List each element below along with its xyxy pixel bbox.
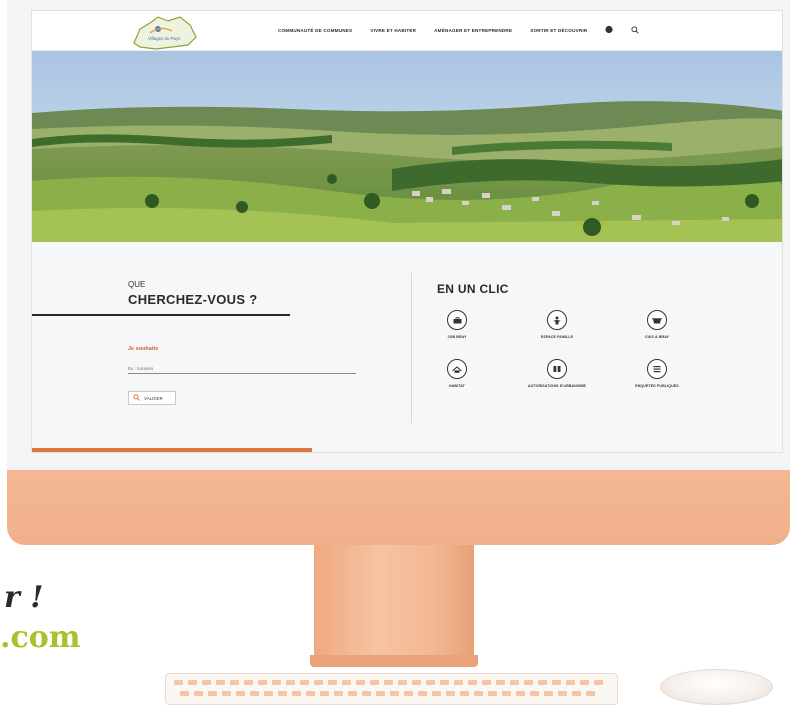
quick-link-habitat[interactable]: HABITAT [422, 359, 492, 389]
nav-amenager[interactable]: AMÉNAGER ET ENTREPRENDRE [434, 28, 512, 33]
promo-text-line1: r ! [4, 580, 44, 615]
quick-link-label: CUIS & BRAY [644, 335, 670, 339]
imac-body: Villages du Pays COMMUNAUTÉ DE COMMUNES … [7, 0, 790, 545]
search-input[interactable] [128, 364, 356, 374]
wish-label: Je souhaite [128, 346, 159, 352]
quick-link-label: ESPACE FAMILLE [540, 335, 574, 339]
quick-links-title: EN UN CLIC [437, 282, 509, 296]
validate-label: VALIDER [144, 395, 163, 401]
user-icon[interactable] [605, 25, 613, 36]
nav-communaute[interactable]: COMMUNAUTÉ DE COMMUNES [278, 28, 352, 33]
quick-link-cuis-bray[interactable]: CUIS & BRAY [622, 310, 692, 340]
hero-landscape-image [32, 51, 782, 242]
briefcase-icon [447, 310, 467, 330]
site-header: Villages du Pays COMMUNAUTÉ DE COMMUNES … [32, 11, 782, 51]
quick-link-label: JOB BRAY [447, 335, 467, 339]
house-icon [447, 359, 467, 379]
nav-vivre-habiter[interactable]: VIVRE ET HABITER [370, 28, 416, 33]
document-icon [547, 359, 567, 379]
search-icon[interactable] [631, 25, 639, 36]
keyboard [165, 673, 618, 705]
imac-stand [314, 545, 474, 663]
search-pretitle: QUE [128, 280, 146, 289]
quick-link-enquetes[interactable]: ENQUÊTES PUBLIQUES [622, 359, 692, 389]
quick-link-espace-famille[interactable]: ESPACE FAMILLE [522, 310, 592, 340]
quick-link-label: ENQUÊTES PUBLIQUES [635, 384, 679, 388]
accent-bar [32, 448, 312, 452]
main-nav: COMMUNAUTÉ DE COMMUNES VIVRE ET HABITER … [278, 25, 639, 36]
logo-text: Villages du Pays [148, 36, 181, 41]
quick-link-job-bray[interactable]: JOB BRAY [422, 310, 492, 340]
family-icon [547, 310, 567, 330]
cooking-pot-icon [647, 310, 667, 330]
site-logo[interactable]: Villages du Pays [128, 13, 200, 51]
magic-mouse [660, 669, 773, 705]
list-icon [647, 359, 667, 379]
section-divider [411, 273, 412, 423]
promo-text-line2: .com [0, 620, 81, 655]
imac-stand-foot [310, 655, 478, 667]
nav-sortir[interactable]: SORTIR ET DÉCOUVRIR [530, 28, 587, 33]
website-screen: Villages du Pays COMMUNAUTÉ DE COMMUNES … [31, 10, 783, 453]
title-underline [32, 314, 290, 316]
search-section: QUE CHERCHEZ-VOUS ? Je souhaite VALIDER [32, 242, 412, 452]
quick-link-label: AUTORISATIONS D'URBANISME [527, 384, 587, 388]
search-title: CHERCHEZ-VOUS ? [128, 292, 258, 307]
search-icon [133, 393, 140, 403]
validate-button[interactable]: VALIDER [128, 391, 176, 405]
quick-link-label: HABITAT [449, 384, 465, 388]
quick-link-autorisations[interactable]: AUTORISATIONS D'URBANISME [522, 359, 592, 389]
